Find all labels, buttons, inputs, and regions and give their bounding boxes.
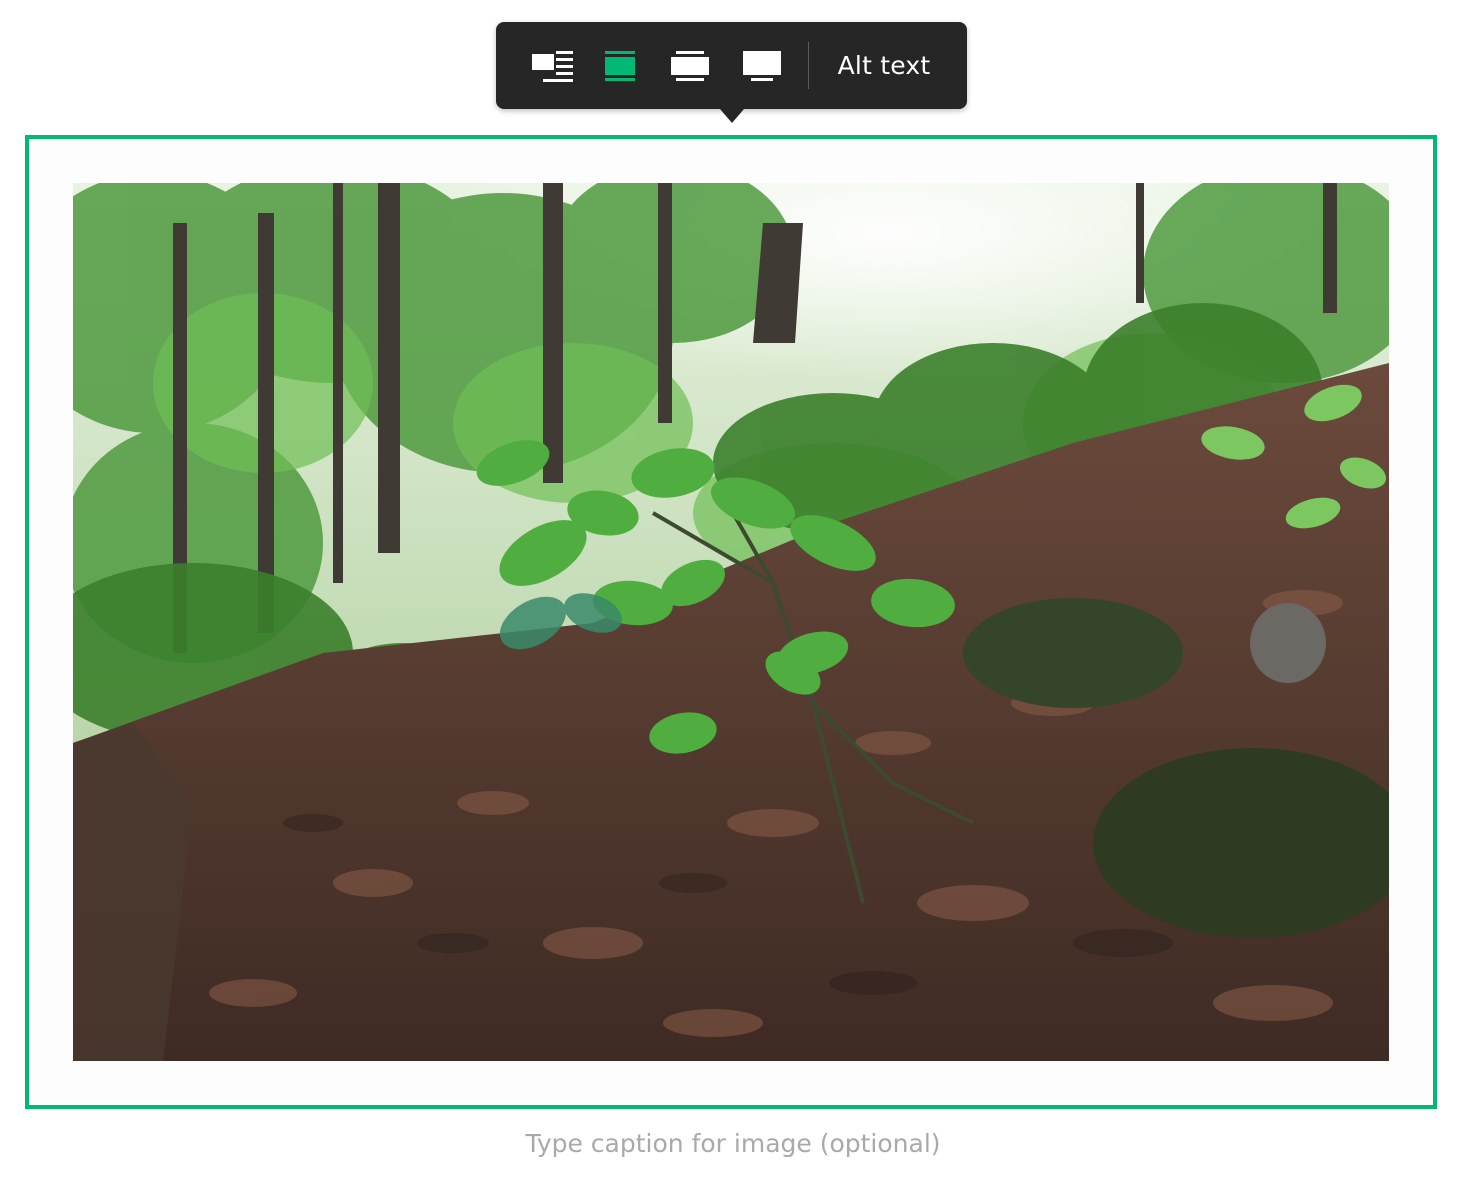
- inset-left-button[interactable]: [526, 41, 576, 91]
- toolbar-separator: [808, 42, 809, 89]
- image-layout-toolbar: Alt text: [496, 22, 967, 109]
- photo-image: [73, 183, 1389, 1061]
- column-width-button[interactable]: [595, 41, 645, 91]
- alt-text-button[interactable]: Alt text: [819, 41, 949, 91]
- full-width-icon: [743, 51, 781, 81]
- full-width-button[interactable]: [737, 41, 787, 91]
- outset-width-icon: [671, 51, 709, 81]
- column-width-icon: [605, 51, 635, 81]
- inset-left-icon: [532, 51, 573, 82]
- toolbar-pointer-arrow: [720, 109, 744, 123]
- caption-field[interactable]: Type caption for image (optional): [0, 1122, 1466, 1166]
- outset-width-button[interactable]: [665, 41, 715, 91]
- forest-floor-photo[interactable]: [73, 183, 1389, 1061]
